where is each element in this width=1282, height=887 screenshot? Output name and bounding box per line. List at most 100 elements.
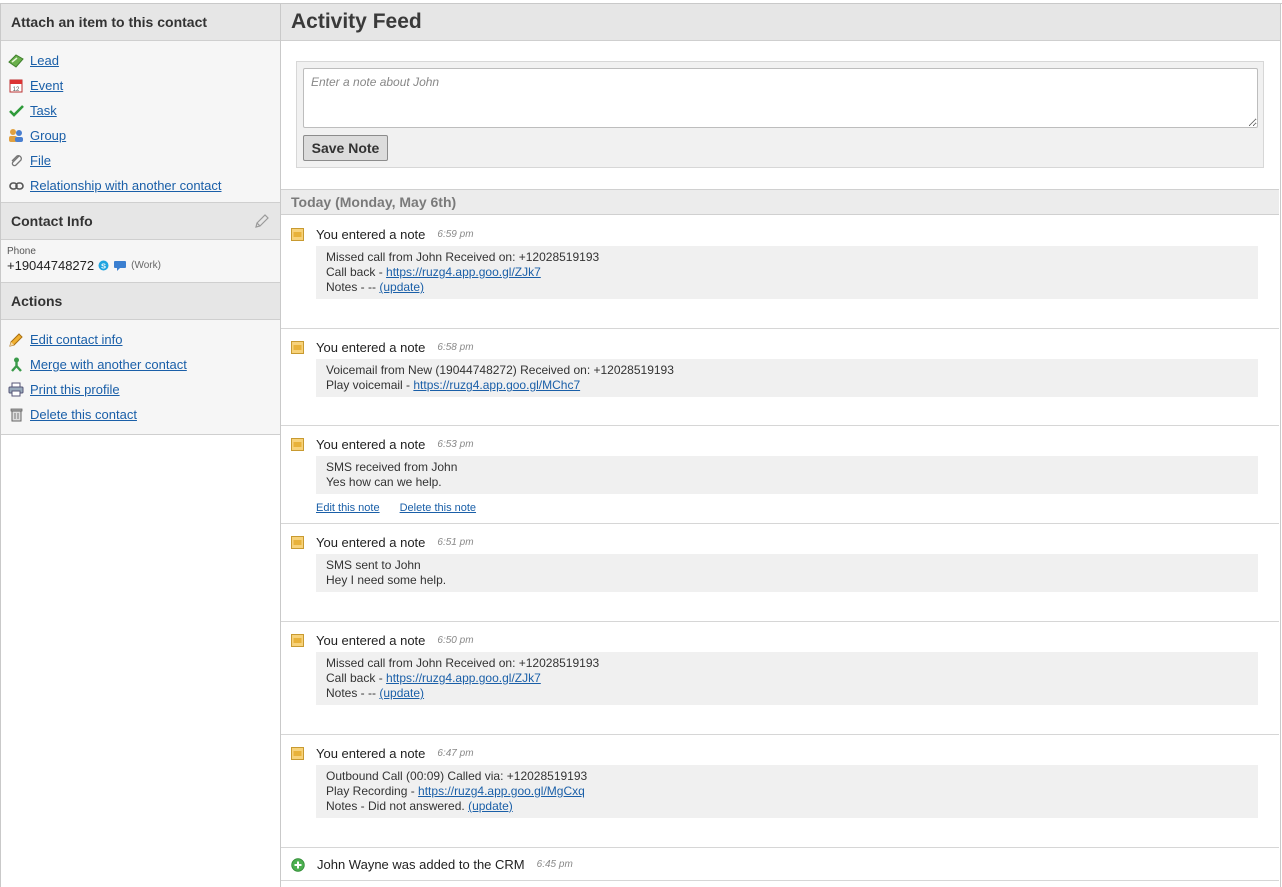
action-item[interactable]: Edit contact info bbox=[7, 327, 280, 352]
entry-line-text: Play Recording - bbox=[326, 784, 419, 798]
note-input[interactable] bbox=[303, 68, 1258, 128]
feed-entry-added: John Wayne was added to the CRM 6:45 pm bbox=[281, 848, 1279, 881]
contact-info-header: Contact Info bbox=[1, 203, 280, 240]
page-title: Activity Feed bbox=[281, 4, 1280, 41]
svg-text:12: 12 bbox=[13, 87, 20, 93]
link-icon bbox=[7, 178, 25, 194]
entry-line-text: Missed call from John Received on: +1202… bbox=[326, 250, 600, 264]
feed-entry: You entered a note 6:53 pm SMS received fr… bbox=[281, 426, 1279, 524]
note-icon bbox=[291, 634, 304, 647]
phone-number[interactable]: +19044748272 bbox=[7, 258, 94, 273]
attach-item[interactable]: File bbox=[7, 148, 280, 173]
group-icon bbox=[7, 128, 25, 144]
entry-link[interactable]: https://ruzg4.app.goo.gl/MgCxq bbox=[418, 784, 585, 798]
paperclip-icon bbox=[7, 153, 25, 169]
attach-item[interactable]: Lead bbox=[7, 48, 280, 73]
action-link[interactable]: Delete this contact bbox=[30, 407, 137, 422]
entry-line: Call back - https://ruzg4.app.goo.gl/ZJk… bbox=[326, 671, 1248, 686]
save-note-button[interactable]: Save Note bbox=[303, 135, 388, 161]
entry-line-text: Notes - -- bbox=[326, 686, 380, 700]
entry-line: Call back - https://ruzg4.app.goo.gl/ZJk… bbox=[326, 265, 1248, 280]
attach-list: Lead 12 Event Task Group File Relationship wit… bbox=[1, 41, 280, 202]
app-window: Attach an item to this contact Lead 12 Eve… bbox=[0, 3, 1282, 887]
entry-line: Missed call from John Received on: +1202… bbox=[326, 250, 1248, 265]
lead-icon bbox=[7, 53, 25, 69]
contact-info-panel: Contact Info Phone +19044748272 S (Work) bbox=[1, 203, 280, 283]
entry-line-text: SMS received from John bbox=[326, 460, 458, 474]
edit-contact-pencil-icon[interactable] bbox=[254, 213, 270, 229]
entry-header: You entered a note 6:47 pm bbox=[291, 745, 474, 762]
entry-line: Notes - -- (update) bbox=[326, 280, 1248, 295]
entry-line-text: SMS sent to John bbox=[326, 558, 421, 572]
note-icon bbox=[291, 438, 304, 451]
entry-line: Yes how can we help. bbox=[326, 475, 1248, 490]
actions-list: Edit contact info Merge with another cont… bbox=[1, 320, 280, 434]
svg-text:S: S bbox=[101, 261, 106, 270]
entry-line-text: Notes - Did not answered. bbox=[326, 799, 469, 813]
entry-link[interactable]: https://ruzg4.app.goo.gl/ZJk7 bbox=[386, 265, 541, 279]
entry-header: You entered a note 6:58 pm bbox=[291, 339, 474, 356]
sms-icon[interactable] bbox=[113, 260, 127, 272]
entry-line: Outbound Call (00:09) Called via: +12028… bbox=[326, 769, 1248, 784]
note-icon bbox=[291, 536, 304, 549]
phone-label: Phone bbox=[7, 246, 36, 257]
attach-item[interactable]: Group bbox=[7, 123, 280, 148]
action-item[interactable]: Print this profile bbox=[7, 377, 280, 402]
action-item[interactable]: Delete this contact bbox=[7, 402, 280, 427]
entry-line-text: Voicemail from New (19044748272) Receive… bbox=[326, 363, 674, 377]
attach-link[interactable]: Event bbox=[30, 78, 63, 93]
action-link[interactable]: Merge with another contact bbox=[30, 357, 187, 372]
action-item[interactable]: Merge with another contact bbox=[7, 352, 280, 377]
entry-link[interactable]: https://ruzg4.app.goo.gl/ZJk7 bbox=[386, 671, 541, 685]
entry-line-text: Missed call from John Received on: +1202… bbox=[326, 656, 600, 670]
entry-line: Hey I need some help. bbox=[326, 573, 1248, 588]
entry-link[interactable]: https://ruzg4.app.goo.gl/MChc7 bbox=[413, 378, 580, 392]
phone-row: +19044748272 S (Work) bbox=[7, 258, 274, 273]
actions-panel: Actions Edit contact info Merge with anot… bbox=[1, 283, 280, 435]
attach-link[interactable]: Task bbox=[30, 103, 57, 118]
edit-note-link[interactable]: Edit this note bbox=[316, 502, 380, 514]
day-header: Today (Monday, May 6th) bbox=[281, 189, 1279, 215]
entry-author: You entered a note bbox=[316, 633, 426, 648]
entry-body: Missed call from John Received on: +1202… bbox=[316, 652, 1258, 705]
note-icon bbox=[291, 341, 304, 354]
entry-time: 6:53 pm bbox=[437, 439, 474, 450]
feed-entry: You entered a note 6:58 pm Voicemail from … bbox=[281, 329, 1279, 426]
trash-icon bbox=[7, 407, 25, 423]
attach-item[interactable]: Relationship with another contact bbox=[7, 173, 280, 198]
attach-link[interactable]: Group bbox=[30, 128, 66, 143]
pencil-icon bbox=[7, 332, 25, 348]
attach-link[interactable]: File bbox=[30, 153, 51, 168]
entry-time: 6:47 pm bbox=[437, 748, 474, 759]
entry-line-text: Outbound Call (00:09) Called via: +12028… bbox=[326, 769, 588, 783]
entry-header: You entered a note 6:59 pm bbox=[291, 226, 474, 243]
entry-link[interactable]: (update) bbox=[468, 799, 513, 813]
printer-icon bbox=[7, 382, 25, 398]
entry-line: Voicemail from New (19044748272) Receive… bbox=[326, 363, 1248, 378]
checkmark-icon bbox=[7, 103, 25, 119]
action-link[interactable]: Print this profile bbox=[30, 382, 120, 397]
attach-link[interactable]: Relationship with another contact bbox=[30, 178, 222, 193]
contact-info-title: Contact Info bbox=[11, 213, 93, 229]
entry-time: 6:58 pm bbox=[437, 342, 474, 353]
action-link[interactable]: Edit contact info bbox=[30, 332, 123, 347]
entry-line-text: Hey I need some help. bbox=[326, 573, 447, 587]
entry-line-text: Call back - bbox=[326, 671, 387, 685]
entry-author: You entered a note bbox=[316, 746, 426, 761]
attach-item[interactable]: 12 Event bbox=[7, 73, 280, 98]
entry-line-text: Notes - -- bbox=[326, 280, 380, 294]
entry-line: Play Recording - https://ruzg4.app.goo.g… bbox=[326, 784, 1248, 799]
delete-note-link[interactable]: Delete this note bbox=[400, 502, 476, 514]
attach-link[interactable]: Lead bbox=[30, 53, 59, 68]
entry-line-text: Play voicemail - bbox=[326, 378, 414, 392]
note-icon bbox=[291, 747, 304, 760]
entry-line: Missed call from John Received on: +1202… bbox=[326, 656, 1248, 671]
phone-type: (Work) bbox=[131, 260, 161, 271]
entry-line: Notes - Did not answered. (update) bbox=[326, 799, 1248, 814]
entry-link[interactable]: (update) bbox=[379, 280, 424, 294]
attach-item[interactable]: Task bbox=[7, 98, 280, 123]
entry-header: You entered a note 6:53 pm bbox=[291, 436, 474, 453]
entry-link[interactable]: (update) bbox=[379, 686, 424, 700]
entry-line: Notes - -- (update) bbox=[326, 686, 1248, 701]
skype-icon[interactable]: S bbox=[98, 260, 109, 271]
